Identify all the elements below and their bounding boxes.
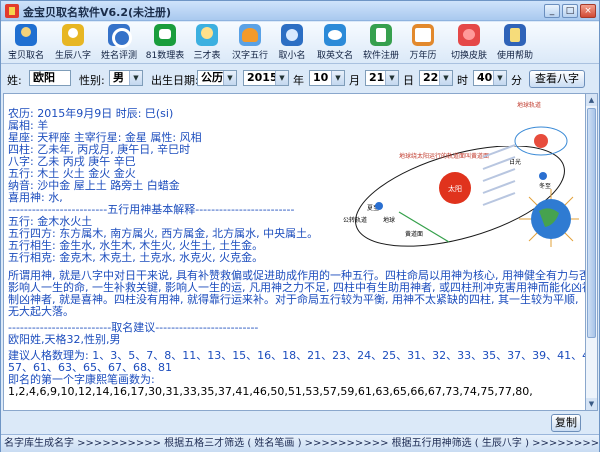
toolbar-numerology-table-button[interactable]: 81数理表 xyxy=(143,24,187,62)
toolbar-label: 取英文名 xyxy=(316,51,353,61)
skin-icon xyxy=(458,24,480,46)
text-line: 制凶神者, 就是喜神。四柱没有用神, 就得靠行运来补。对于命局五行较为平衡, 用… xyxy=(8,293,579,306)
scroll-up-icon[interactable]: ▲ xyxy=(586,94,597,106)
toolbar-baby-name-button[interactable]: 宝贝取名 xyxy=(5,24,47,62)
month-value: 10 xyxy=(313,71,329,84)
hour-select[interactable]: 22 ▼ xyxy=(419,70,453,86)
year-unit-label: 年 xyxy=(293,74,304,87)
numerology-table-icon xyxy=(154,24,176,46)
minute-unit-label: 分 xyxy=(511,74,522,87)
chevron-down-icon: ▼ xyxy=(223,71,236,85)
toolbar-name-test-button[interactable]: 姓名评测 xyxy=(97,24,141,62)
calendar-type-value: 公历 xyxy=(201,71,223,84)
chevron-down-icon: ▼ xyxy=(129,71,142,85)
toolbar-birth-chart-button[interactable]: 生辰八字 xyxy=(51,24,95,62)
day-value: 21 xyxy=(369,71,385,84)
toolbar-label: 宝贝取名 xyxy=(7,51,44,61)
toolbar-register-button[interactable]: 软件注册 xyxy=(359,24,403,62)
earth-illustration: 地球轨道 xyxy=(482,101,579,247)
surname-label: 姓: xyxy=(7,74,22,87)
birth-chart-icon xyxy=(62,24,84,46)
nickname-icon xyxy=(281,24,303,46)
earth-icon xyxy=(375,202,383,210)
toolbar-label: 使用帮助 xyxy=(496,51,533,61)
text-block xyxy=(482,144,516,206)
sun-label: 太阳 xyxy=(448,184,462,193)
month-select[interactable]: 10 ▼ xyxy=(309,70,345,86)
toolbar-calendar-button[interactable]: 万年历 xyxy=(405,24,441,62)
scroll-down-icon[interactable]: ▼ xyxy=(586,398,597,410)
toolbar-nickname-button[interactable]: 取小名 xyxy=(275,24,309,62)
hour-unit-label: 时 xyxy=(457,74,468,87)
view-bazi-button[interactable]: 查看八字 xyxy=(529,70,585,88)
day-unit-label: 日 xyxy=(403,74,414,87)
year-value: 2015 xyxy=(247,71,278,84)
text-line: 1,2,4,6,9,10,12,14,16,17,30,31,33,35,37,… xyxy=(8,385,533,398)
toolbar-hanzi-elements-button[interactable]: 汉字五行 xyxy=(229,24,271,62)
day-select[interactable]: 21 ▼ xyxy=(365,70,399,86)
scroll-thumb[interactable] xyxy=(587,108,596,338)
surname-input[interactable]: 欧阳 xyxy=(29,70,71,86)
window-title: 金宝贝取名软件V6.2(未注册) xyxy=(23,6,172,19)
toolbar-label: 软件注册 xyxy=(362,51,399,61)
name-test-icon xyxy=(108,24,132,48)
three-talents-icon xyxy=(196,24,218,46)
calendar-type-select[interactable]: 公历 ▼ xyxy=(197,70,237,86)
toolbar-label: 切换皮肤 xyxy=(450,51,487,61)
birth-date-label: 出生日期: xyxy=(151,74,199,87)
register-icon xyxy=(370,24,392,46)
illustration-caption: 地球轨道 xyxy=(517,101,541,109)
toolbar-label: 万年历 xyxy=(409,51,437,61)
toolbar: 宝贝取名 生辰八字 姓名评测 81数理表 三才表 汉字五行 取小名 取英文名 软… xyxy=(1,22,599,64)
close-button[interactable]: × xyxy=(580,4,596,18)
toolbar-skin-button[interactable]: 切换皮肤 xyxy=(447,24,491,62)
toolbar-label: 汉字五行 xyxy=(231,51,268,61)
minimize-button[interactable]: _ xyxy=(544,4,560,18)
help-icon xyxy=(504,24,526,46)
text-line: 五行相克: 金克木, 木克土, 土克水, 水克火, 火克金。 xyxy=(8,251,264,264)
toolbar-three-talents-button[interactable]: 三才表 xyxy=(189,24,225,62)
vertical-scrollbar[interactable]: ▲ ▼ xyxy=(586,93,598,411)
title-bar: 金宝贝取名软件V6.2(未注册) _ □ × xyxy=(1,1,599,21)
chevron-down-icon: ▼ xyxy=(439,71,452,85)
text-line: 欧阳姓,天格32,性别,男 xyxy=(8,333,121,346)
baby-name-icon xyxy=(15,24,37,46)
chevron-down-icon: ▼ xyxy=(493,71,506,85)
minute-select[interactable]: 40 ▼ xyxy=(473,70,507,86)
chevron-down-icon: ▼ xyxy=(331,71,344,85)
gender-label: 性别: xyxy=(79,74,105,87)
diagram-title: 地球绕太阳运行的轨道面叫黄道面 xyxy=(399,152,489,160)
toolbar-english-name-button[interactable]: 取英文名 xyxy=(313,24,357,62)
birth-info-form: 姓: 欧阳 性别: 男 ▼ 出生日期: 公历 ▼ 2015 ▼ 年 10 ▼ 月 21 ▼… xyxy=(1,65,599,91)
hanzi-elements-icon xyxy=(239,24,261,46)
chevron-down-icon: ▼ xyxy=(385,71,398,85)
chevron-down-icon: ▼ xyxy=(275,71,288,85)
english-name-icon xyxy=(324,24,346,46)
copy-button[interactable]: 复制 xyxy=(551,414,581,432)
app-logo-icon xyxy=(5,4,19,18)
app-window: 金宝贝取名软件V6.2(未注册) _ □ × 宝贝取名 生辰八字 姓名评测 81… xyxy=(0,0,600,452)
diagram-label: 地球 xyxy=(383,216,395,224)
month-unit-label: 月 xyxy=(349,74,360,87)
toolbar-label: 81数理表 xyxy=(145,51,185,61)
diagram-label: 黄道面 xyxy=(405,230,423,238)
toolbar-label: 取小名 xyxy=(278,51,306,61)
calendar-icon xyxy=(412,24,434,46)
status-bar: 名字库生成名字 >>>>>>>>>> 根据五格三才筛选 ( 姓名笔画 ) >>>… xyxy=(1,434,599,452)
year-select[interactable]: 2015 ▼ xyxy=(243,70,289,86)
hour-value: 22 xyxy=(423,71,439,84)
diagram-label: 公转轨道 xyxy=(343,216,367,224)
gender-value: 男 xyxy=(113,71,124,84)
minute-value: 40 xyxy=(477,71,493,84)
bottom-action-bar: 复制 xyxy=(1,412,599,434)
toolbar-label: 三才表 xyxy=(193,51,221,61)
maximize-button[interactable]: □ xyxy=(562,4,578,18)
gender-select[interactable]: 男 ▼ xyxy=(109,70,143,86)
toolbar-label: 生辰八字 xyxy=(54,51,91,61)
sun-icon xyxy=(534,134,548,148)
text-line: 无大起大落。 xyxy=(8,305,74,318)
toolbar-help-button[interactable]: 使用帮助 xyxy=(493,24,537,62)
toolbar-label: 姓名评测 xyxy=(100,51,137,61)
